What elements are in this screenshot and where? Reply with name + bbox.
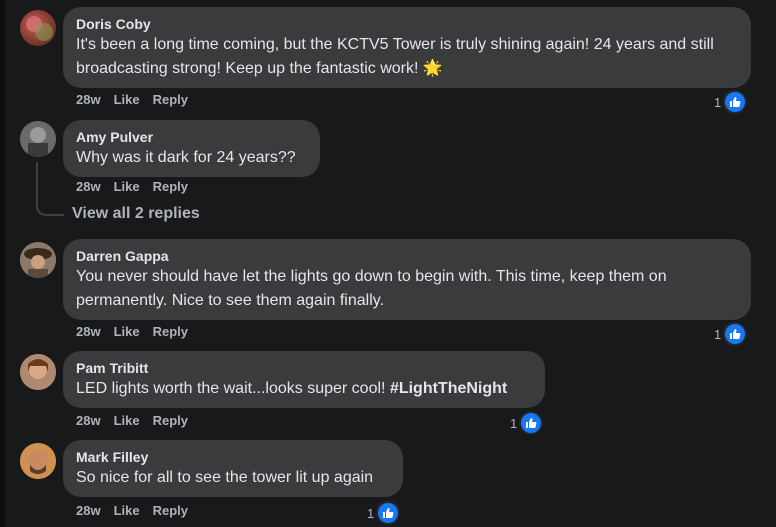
comment-actions: 28w Like Reply — [76, 179, 201, 195]
left-edge — [0, 0, 5, 527]
avatar-image — [20, 354, 56, 390]
comment-author[interactable]: Darren Gappa — [76, 247, 739, 265]
comment-bubble: Pam Tribitt LED lights worth the wait...… — [63, 351, 545, 408]
comment-actions: 28w Like Reply — [76, 503, 201, 519]
reaction-number: 1 — [714, 94, 722, 110]
reply-button[interactable]: Reply — [153, 179, 188, 195]
reaction-count[interactable]: 1 — [714, 322, 748, 346]
thumbs-up-icon — [723, 322, 748, 346]
thumbs-up-icon — [519, 411, 544, 435]
avatar[interactable] — [20, 443, 56, 479]
avatar-image — [26, 16, 53, 41]
comment-author[interactable]: Mark Filley — [76, 448, 391, 466]
avatar[interactable] — [20, 354, 56, 390]
like-button[interactable]: Like — [114, 413, 140, 429]
avatar[interactable] — [20, 121, 56, 157]
reply-button[interactable]: Reply — [153, 413, 188, 429]
like-button[interactable]: Like — [114, 179, 140, 195]
comment-author[interactable]: Pam Tribitt — [76, 359, 533, 377]
comment-text: Why was it dark for 24 years?? — [76, 149, 296, 166]
comment-text: LED lights worth the wait...looks super … — [76, 380, 508, 397]
reaction-count[interactable]: 1 — [510, 411, 544, 435]
comment-time[interactable]: 28w — [76, 413, 101, 429]
avatar[interactable] — [20, 242, 56, 278]
comment-bubble: Mark Filley So nice for all to see the t… — [63, 440, 403, 497]
comment-actions: 28w Like Reply — [76, 413, 201, 429]
comment-time[interactable]: 28w — [76, 179, 101, 195]
reaction-number: 1 — [510, 415, 518, 431]
reply-button[interactable]: Reply — [153, 324, 188, 340]
comment-text: It's been a long time coming, but the KC… — [76, 36, 714, 77]
comment-time[interactable]: 28w — [76, 503, 101, 519]
comment-bubble: Doris Coby It's been a long time coming,… — [63, 7, 751, 88]
avatar[interactable] — [20, 10, 56, 46]
reaction-number: 1 — [367, 505, 375, 521]
reaction-count[interactable]: 1 — [714, 90, 748, 114]
like-button[interactable]: Like — [114, 324, 140, 340]
avatar-image — [20, 121, 56, 157]
comment-author[interactable]: Amy Pulver — [76, 128, 308, 146]
view-replies-link[interactable]: View all 2 replies — [72, 205, 200, 223]
comment-actions: 28w Like Reply — [76, 324, 201, 340]
star-emoji-icon: 🌟 — [422, 60, 443, 77]
comment-author[interactable]: Doris Coby — [76, 15, 739, 33]
reaction-number: 1 — [714, 326, 722, 342]
comment-bubble: Amy Pulver Why was it dark for 24 years?… — [63, 120, 320, 177]
comment-text: You never should have let the lights go … — [76, 268, 667, 309]
reaction-count[interactable]: 1 — [367, 501, 401, 525]
comment-bubble: Darren Gappa You never should have let t… — [63, 239, 751, 320]
comment-time[interactable]: 28w — [76, 92, 101, 108]
avatar-image — [20, 443, 56, 479]
thumbs-up-icon — [376, 501, 401, 525]
hashtag-link[interactable]: #LightTheNight — [390, 380, 507, 397]
like-button[interactable]: Like — [114, 503, 140, 519]
reply-button[interactable]: Reply — [153, 503, 188, 519]
comment-text: So nice for all to see the tower lit up … — [76, 469, 374, 486]
thumbs-up-icon — [723, 90, 748, 114]
avatar-image — [20, 242, 56, 278]
comment-time[interactable]: 28w — [76, 324, 101, 340]
like-button[interactable]: Like — [114, 92, 140, 108]
comment-actions: 28w Like Reply — [76, 92, 201, 108]
reply-button[interactable]: Reply — [153, 92, 188, 108]
thread-line — [36, 162, 64, 216]
